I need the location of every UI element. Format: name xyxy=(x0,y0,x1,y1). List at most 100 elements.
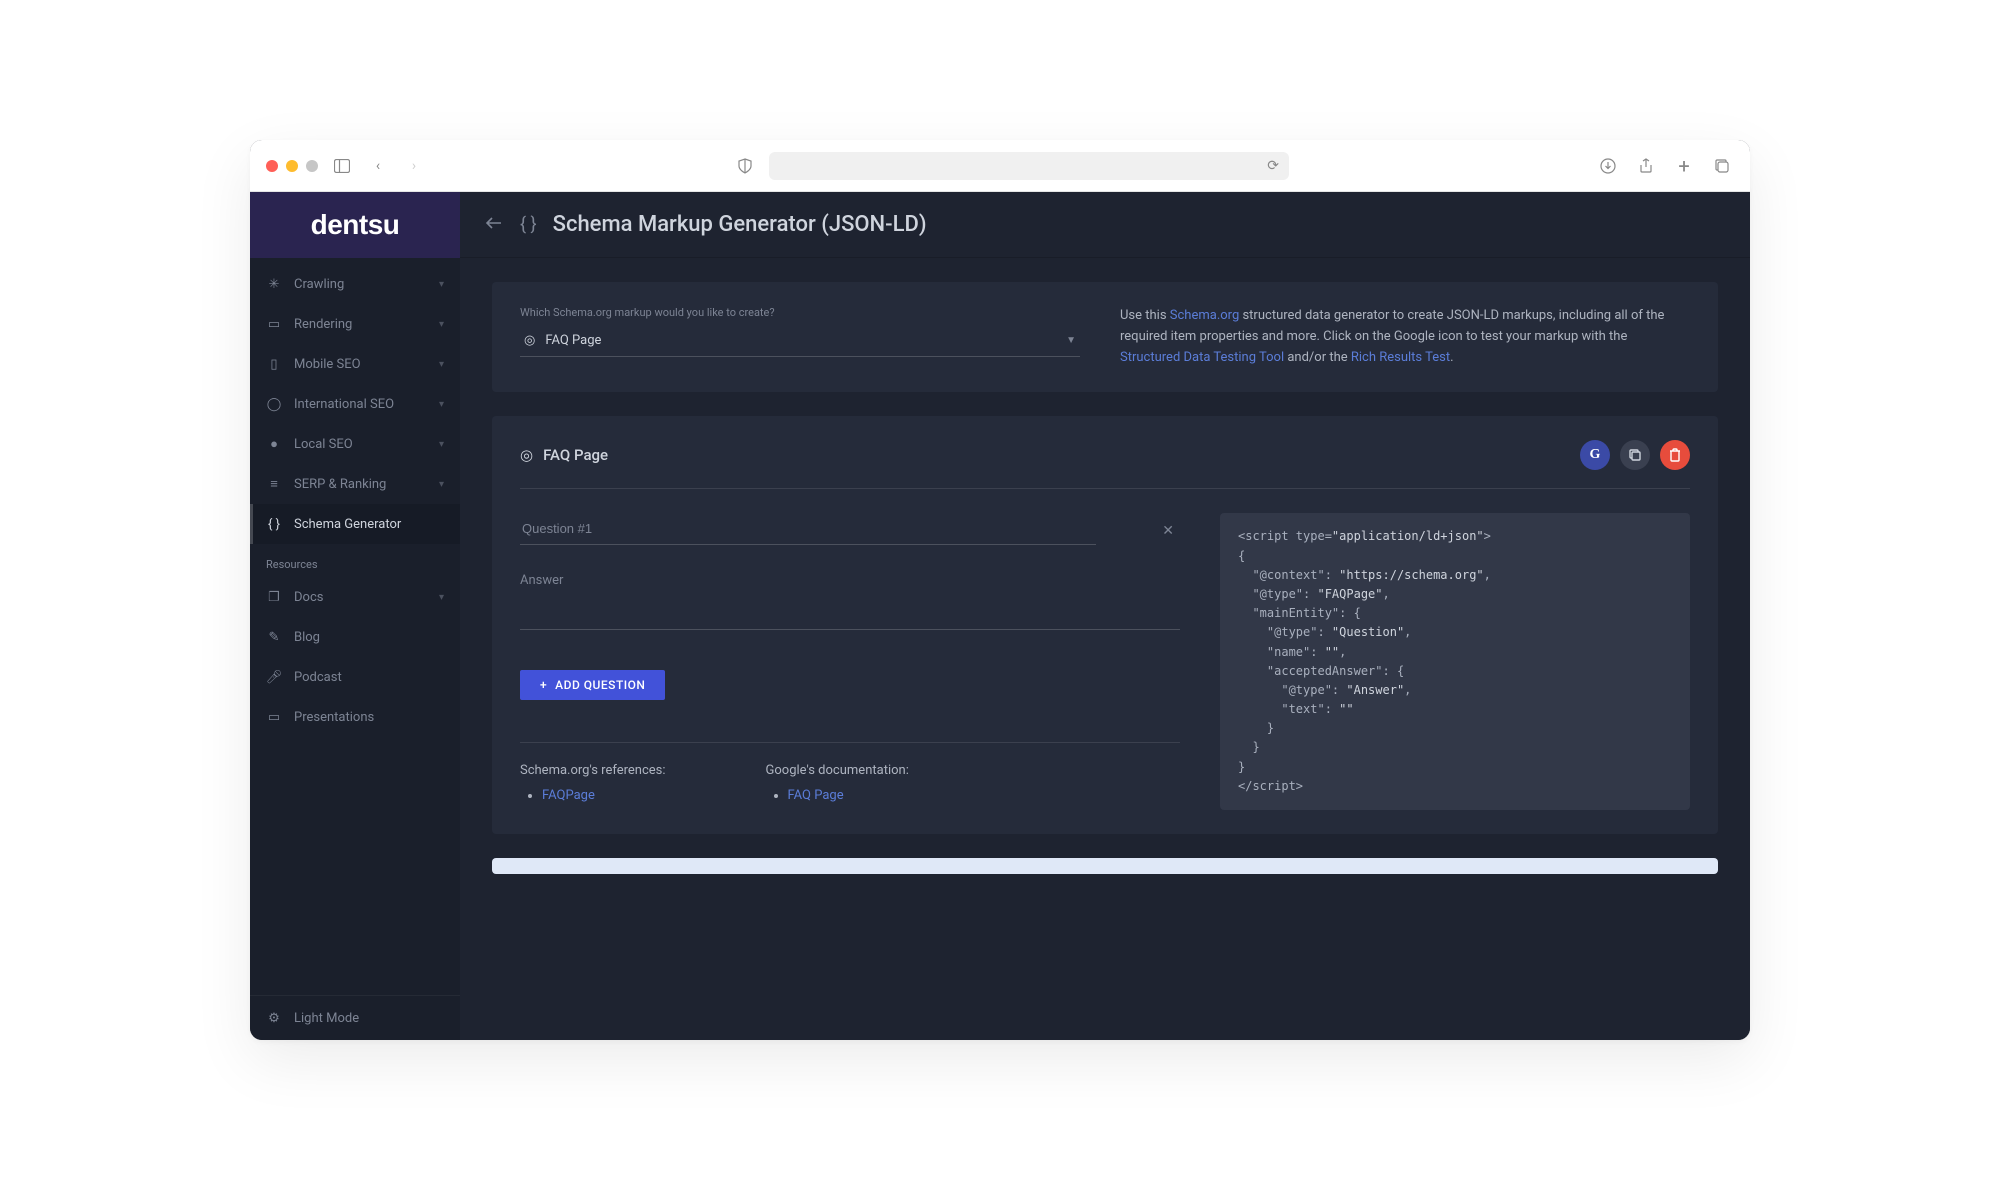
panel-actions: G xyxy=(1580,440,1690,470)
add-question-button[interactable]: + ADD QUESTION xyxy=(520,670,665,700)
sidebar-item-label: Docs xyxy=(294,590,323,605)
delete-button[interactable] xyxy=(1660,440,1690,470)
reload-icon[interactable]: ⟳ xyxy=(1267,158,1279,174)
light-mode-toggle[interactable]: ⚙ Light Mode xyxy=(250,995,460,1040)
chevron-down-icon: ▾ xyxy=(439,279,444,290)
code-column: <script type="application/ld+json"> { "@… xyxy=(1220,513,1690,810)
doc-faqpage-link[interactable]: FAQ Page xyxy=(788,788,844,803)
download-icon[interactable] xyxy=(1596,154,1620,178)
close-window-button[interactable] xyxy=(266,160,278,172)
sidebar-item-label: Mobile SEO xyxy=(294,357,361,372)
content: { } Schema Markup Generator (JSON-LD) Wh… xyxy=(460,192,1750,1040)
shield-icon[interactable] xyxy=(733,154,757,178)
faq-panel: ◎ FAQ Page G xyxy=(492,416,1718,834)
screen-icon: ▭ xyxy=(266,709,282,725)
braces-icon: { } xyxy=(266,516,282,532)
chevron-down-icon: ▾ xyxy=(439,479,444,490)
sidebar-item-label: Blog xyxy=(294,630,320,645)
list-icon: ≡ xyxy=(266,476,282,492)
app: dentsu ✳ Crawling ▾ ▭ Rendering ▾ ▯ Mobi… xyxy=(250,192,1750,1040)
sidebar-item-schema-generator[interactable]: { } Schema Generator xyxy=(250,504,460,544)
back-button[interactable] xyxy=(484,216,504,234)
sidebar-item-international-seo[interactable]: ◯ International SEO ▾ xyxy=(250,384,460,424)
sidebar-item-presentations[interactable]: ▭ Presentations xyxy=(250,697,460,737)
test-google-button[interactable]: G xyxy=(1580,440,1610,470)
google-docs-title: Google's documentation: xyxy=(766,763,909,778)
question-icon: ◎ xyxy=(524,333,535,348)
markup-select-label: Which Schema.org markup would you like t… xyxy=(520,306,1080,319)
window-controls xyxy=(266,160,318,172)
sidebar-item-label: Schema Generator xyxy=(294,517,401,532)
faq-heading: FAQ Page xyxy=(543,446,608,464)
schema-org-link[interactable]: Schema.org xyxy=(1170,308,1239,323)
markup-type-select[interactable]: ◎ FAQ Page ▼ xyxy=(520,325,1080,357)
share-icon[interactable] xyxy=(1634,154,1658,178)
sidebar-item-podcast[interactable]: 🎤︎ Podcast xyxy=(250,657,460,697)
rich-results-link[interactable]: Rich Results Test xyxy=(1351,350,1450,365)
sidebar-item-mobile-seo[interactable]: ▯ Mobile SEO ▾ xyxy=(250,344,460,384)
markup-select-value: FAQ Page xyxy=(545,333,601,348)
chevron-down-icon: ▾ xyxy=(439,439,444,450)
sidebar-item-label: Crawling xyxy=(294,277,344,292)
ref-faqpage-link[interactable]: FAQPage xyxy=(542,788,595,803)
divider xyxy=(520,742,1180,743)
browser-chrome: ‹ › ⟳ + xyxy=(250,140,1750,192)
nav-back-button[interactable]: ‹ xyxy=(366,154,390,178)
sidebar-toggle-icon[interactable] xyxy=(330,154,354,178)
sidebar-item-label: SERP & Ranking xyxy=(294,477,386,492)
bottom-banner xyxy=(492,858,1718,874)
sidebar-item-docs[interactable]: ❐ Docs ▾ xyxy=(250,577,460,617)
sidebar-item-label: Rendering xyxy=(294,317,352,332)
references: Schema.org's references: FAQPage Google'… xyxy=(520,763,1180,803)
braces-icon: { } xyxy=(520,214,537,235)
mic-icon: 🎤︎ xyxy=(266,669,282,685)
remove-question-button[interactable]: ✕ xyxy=(1156,517,1180,545)
pin-icon: ● xyxy=(266,436,282,452)
globe-icon: ◯ xyxy=(266,396,282,412)
caret-down-icon: ▼ xyxy=(1066,335,1076,346)
light-mode-label: Light Mode xyxy=(294,1011,359,1026)
sd-testing-tool-link[interactable]: Structured Data Testing Tool xyxy=(1120,350,1284,365)
browser-icon: ▭ xyxy=(266,316,282,332)
sidebar-item-label: Podcast xyxy=(294,670,342,685)
add-question-label: ADD QUESTION xyxy=(555,678,645,692)
question-input[interactable] xyxy=(520,513,1096,545)
browser-window: ‹ › ⟳ + dentsu xyxy=(250,140,1750,1040)
form-column: ✕ Answer + ADD QUESTION xyxy=(520,513,1180,803)
gear-icon: ⚙ xyxy=(266,1010,282,1026)
tabs-icon[interactable] xyxy=(1710,154,1734,178)
chevron-down-icon: ▾ xyxy=(439,359,444,370)
sidebar-item-crawling[interactable]: ✳ Crawling ▾ xyxy=(250,264,460,304)
sidebar-nav: ✳ Crawling ▾ ▭ Rendering ▾ ▯ Mobile SEO … xyxy=(250,258,460,995)
titlebar: { } Schema Markup Generator (JSON-LD) xyxy=(460,192,1750,258)
new-tab-icon[interactable]: + xyxy=(1672,154,1696,178)
sidebar-item-label: International SEO xyxy=(294,397,394,412)
sidebar-item-rendering[interactable]: ▭ Rendering ▾ xyxy=(250,304,460,344)
content-body: Which Schema.org markup would you like t… xyxy=(460,258,1750,1040)
answer-label: Answer xyxy=(520,573,1180,588)
chevron-down-icon: ▾ xyxy=(439,319,444,330)
sidebar: dentsu ✳ Crawling ▾ ▭ Rendering ▾ ▯ Mobi… xyxy=(250,192,460,1040)
brand-logo: dentsu xyxy=(250,192,460,258)
copy-button[interactable] xyxy=(1620,440,1650,470)
sidebar-item-local-seo[interactable]: ● Local SEO ▾ xyxy=(250,424,460,464)
intro-panel: Which Schema.org markup would you like t… xyxy=(492,282,1718,392)
pencil-icon: ✎ xyxy=(266,629,282,645)
code-output[interactable]: <script type="application/ld+json"> { "@… xyxy=(1220,513,1690,810)
question-icon: ◎ xyxy=(520,446,533,464)
url-bar[interactable]: ⟳ xyxy=(769,152,1289,180)
sidebar-item-label: Local SEO xyxy=(294,437,353,452)
nav-forward-button[interactable]: › xyxy=(402,154,426,178)
answer-input[interactable] xyxy=(520,628,1180,630)
minimize-window-button[interactable] xyxy=(286,160,298,172)
chevron-down-icon: ▾ xyxy=(439,399,444,410)
chevron-down-icon: ▾ xyxy=(439,592,444,603)
sidebar-item-blog[interactable]: ✎ Blog xyxy=(250,617,460,657)
schema-refs-title: Schema.org's references: xyxy=(520,763,666,778)
maximize-window-button[interactable] xyxy=(306,160,318,172)
sidebar-item-label: Presentations xyxy=(294,710,374,725)
page-title: Schema Markup Generator (JSON-LD) xyxy=(553,212,927,237)
sidebar-item-serp-ranking[interactable]: ≡ SERP & Ranking ▾ xyxy=(250,464,460,504)
intro-text: Use this Schema.org structured data gene… xyxy=(1120,306,1690,368)
mobile-icon: ▯ xyxy=(266,356,282,372)
